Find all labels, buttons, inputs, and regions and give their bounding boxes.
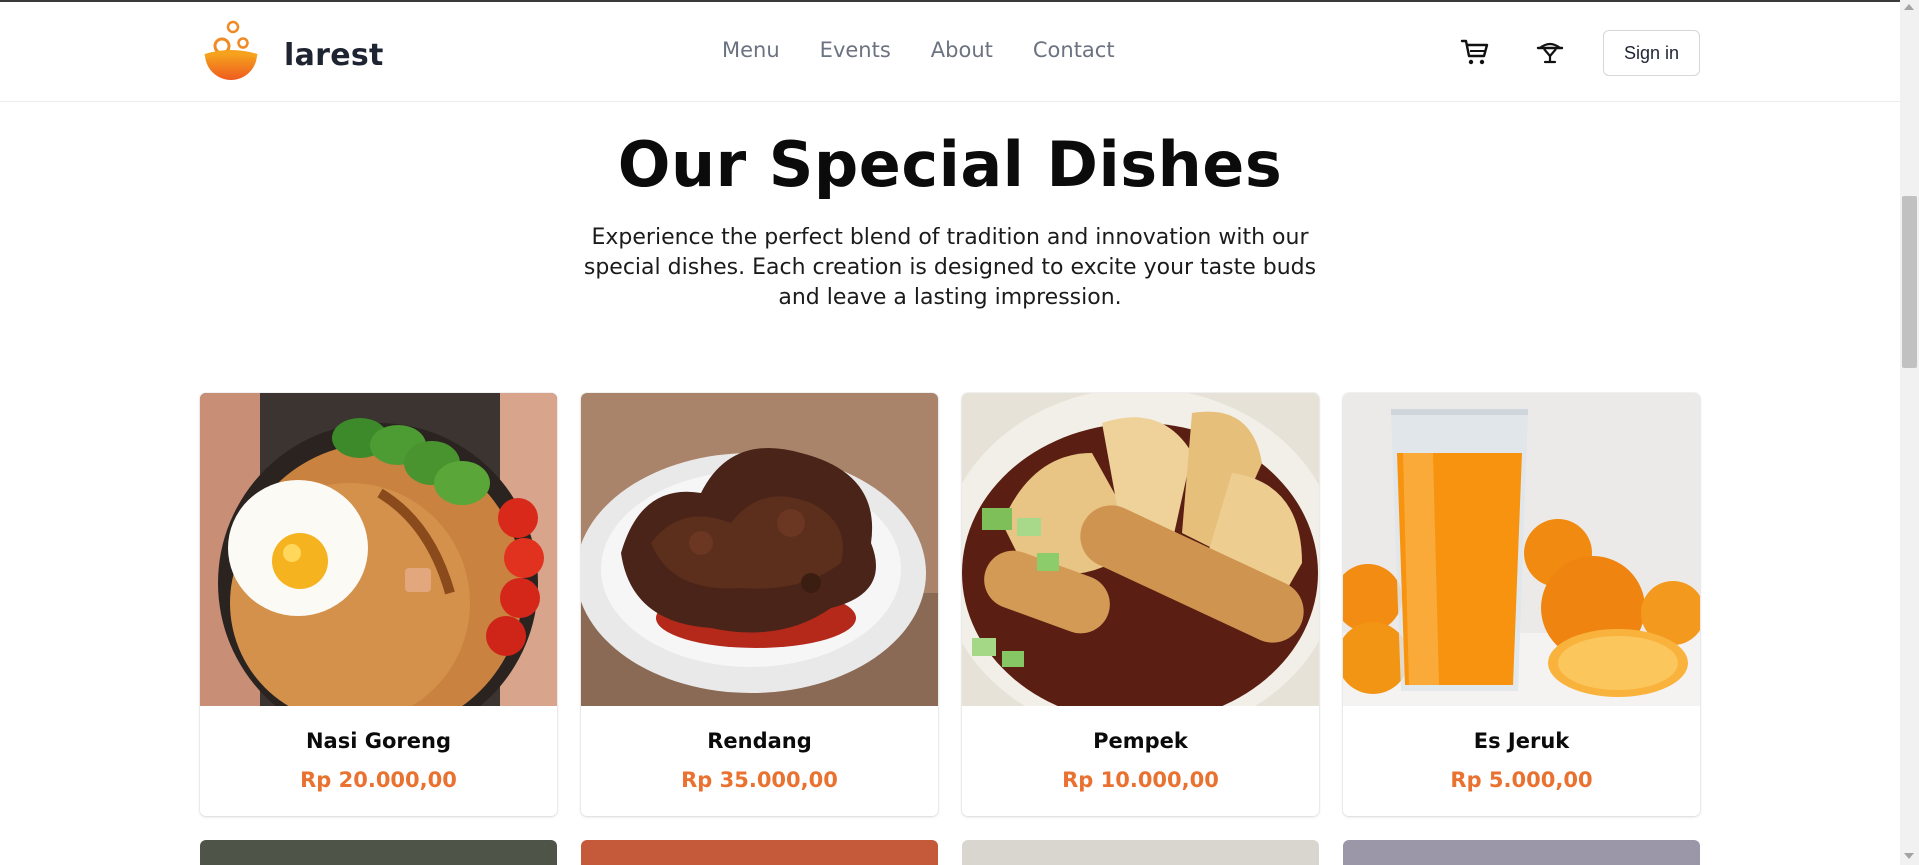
dish-name: Rendang [707, 729, 812, 753]
sign-in-button[interactable]: Sign in [1603, 30, 1700, 76]
dish-card-partial[interactable] [581, 840, 938, 865]
nav-menu[interactable]: Menu [722, 38, 780, 62]
section-title: Our Special Dishes [617, 128, 1283, 201]
dish-name: Nasi Goreng [305, 729, 451, 753]
nav-events[interactable]: Events [820, 38, 891, 62]
scroll-down-arrow-icon[interactable] [1904, 853, 1914, 859]
dish-price: Rp 5.000,00 [1450, 768, 1593, 792]
section-description: Experience the perfect blend of traditio… [583, 225, 1317, 310]
site-header: larest Menu Events About Contact Sign in [0, 2, 1900, 102]
dish-image-nasi-goreng [200, 393, 557, 706]
brand-name[interactable]: larest [284, 38, 384, 73]
scrollbar-thumb[interactable] [1902, 196, 1917, 368]
page-scrollbar[interactable] [1900, 0, 1919, 865]
dish-name: Es Jeruk [1473, 729, 1570, 753]
dish-card-partial[interactable] [962, 840, 1319, 865]
dish-image-es-jeruk [1343, 393, 1700, 706]
nav-about[interactable]: About [931, 38, 993, 62]
scroll-up-arrow-icon[interactable] [1904, 4, 1914, 10]
dish-image-pempek [962, 393, 1319, 706]
dish-card-partial[interactable] [200, 840, 557, 865]
dish-card-nasi-goreng[interactable]: Nasi Goreng Rp 20.000,00 [200, 393, 557, 816]
dish-name: Pempek [1093, 729, 1188, 753]
dish-card-es-jeruk[interactable]: Es Jeruk Rp 5.000,00 [1343, 393, 1700, 816]
dish-price: Rp 10.000,00 [1062, 768, 1219, 792]
nav-contact[interactable]: Contact [1033, 38, 1115, 62]
main-nav: Menu Events About Contact [722, 38, 1115, 62]
dish-image-rendang [581, 393, 938, 706]
dish-price: Rp 20.000,00 [300, 768, 457, 792]
dish-card-partial[interactable] [1343, 840, 1700, 865]
dish-card-pempek[interactable]: Pempek Rp 10.000,00 [962, 393, 1319, 816]
cloche-icon[interactable] [1534, 36, 1566, 68]
dish-price: Rp 35.000,00 [681, 768, 838, 792]
bowl-logo-icon[interactable] [202, 20, 260, 84]
cart-icon[interactable] [1459, 36, 1491, 68]
dish-card-rendang[interactable]: Rendang Rp 35.000,00 [581, 393, 938, 816]
